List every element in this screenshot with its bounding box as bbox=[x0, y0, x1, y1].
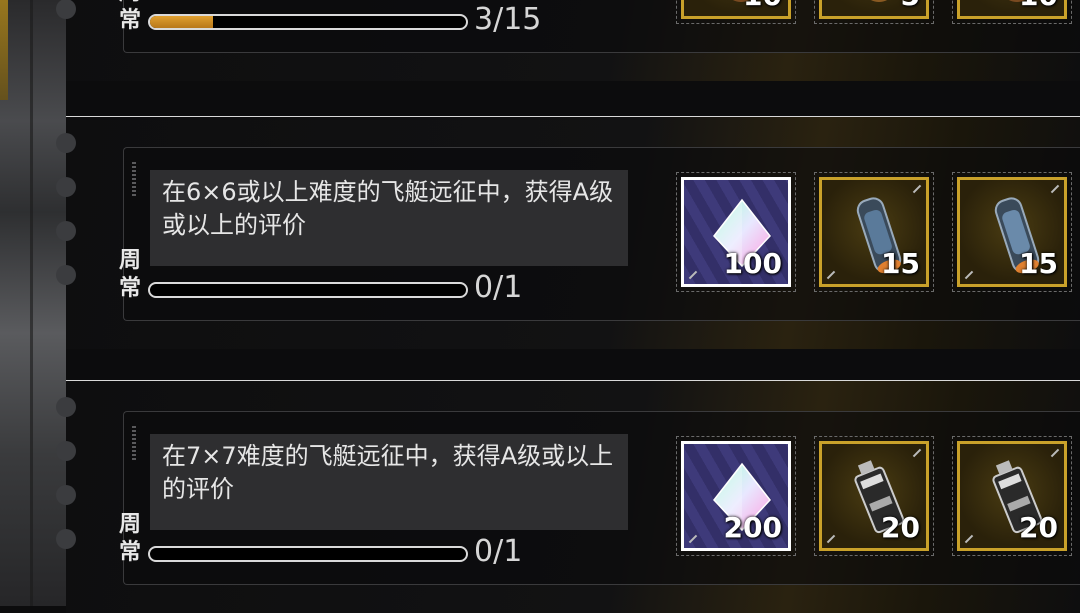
corner-mark-icon bbox=[1050, 184, 1060, 194]
panel-notch bbox=[56, 0, 76, 19]
panel-notch bbox=[56, 441, 76, 461]
reward-frame: 20 bbox=[819, 441, 929, 551]
reward-frame: 20 bbox=[957, 441, 1067, 551]
progress-text: 0/1 bbox=[474, 270, 523, 305]
mission-card[interactable]: 周 常 3/15 10 5 bbox=[119, 0, 1080, 53]
reward-slot[interactable]: 15 bbox=[814, 172, 934, 292]
reward-frame: 10 bbox=[957, 0, 1067, 19]
corner-mark-icon bbox=[826, 534, 836, 544]
panel-notch bbox=[56, 265, 76, 285]
progress-bar bbox=[148, 546, 468, 562]
panel-notch bbox=[56, 177, 76, 197]
reward-quantity: 10 bbox=[743, 0, 782, 12]
panel-notch bbox=[56, 133, 76, 153]
reward-slot[interactable]: 200 bbox=[676, 436, 796, 556]
corner-mark-icon bbox=[964, 270, 974, 280]
mission-card[interactable]: 周 常 在6×6或以上难度的飞艇远征中，获得A级或以上的评价 0/1 100 1… bbox=[119, 147, 1080, 321]
backdrop-accent-bar bbox=[0, 0, 8, 100]
corner-mark-icon bbox=[964, 534, 974, 544]
weekly-tag: 周 常 bbox=[118, 0, 141, 33]
reward-slot[interactable]: 10 bbox=[676, 0, 796, 24]
corner-mark-icon bbox=[1050, 448, 1060, 458]
reward-quantity: 5 bbox=[901, 0, 920, 12]
reward-slot[interactable]: 20 bbox=[814, 436, 934, 556]
mission-card[interactable]: 周 常 在7×7难度的飞艇远征中，获得A级或以上的评价 0/1 200 20 2… bbox=[119, 411, 1080, 585]
mission-panel-1: 周 常 3/15 10 5 bbox=[56, 0, 1080, 81]
corner-mark-icon bbox=[688, 534, 698, 544]
reward-frame: 5 bbox=[819, 0, 929, 19]
reward-quantity: 15 bbox=[881, 247, 920, 280]
reward-frame: 100 bbox=[681, 177, 791, 287]
mission-description: 在6×6或以上难度的飞艇远征中，获得A级或以上的评价 bbox=[150, 170, 628, 266]
weekly-tag: 周 常 bbox=[118, 247, 141, 301]
progress-fill bbox=[150, 16, 214, 28]
progress-text: 3/15 bbox=[474, 2, 542, 37]
reward-slot[interactable]: 100 bbox=[676, 172, 796, 292]
progress-bar bbox=[148, 14, 468, 30]
reward-slot[interactable]: 10 bbox=[952, 0, 1072, 24]
weekly-tag: 周 常 bbox=[118, 511, 141, 565]
reward-quantity: 20 bbox=[1019, 511, 1058, 544]
corner-mark-icon bbox=[688, 270, 698, 280]
drag-grip-icon bbox=[132, 426, 136, 462]
reward-slot[interactable]: 15 bbox=[952, 172, 1072, 292]
reward-slot[interactable]: 20 bbox=[952, 436, 1072, 556]
corner-mark-icon bbox=[912, 448, 922, 458]
drag-grip-icon bbox=[132, 162, 136, 198]
backdrop-divider bbox=[30, 0, 33, 606]
mission-description: 在7×7难度的飞艇远征中，获得A级或以上的评价 bbox=[150, 434, 628, 530]
progress-text: 0/1 bbox=[474, 534, 523, 569]
reward-quantity: 200 bbox=[723, 511, 782, 544]
reward-frame: 200 bbox=[681, 441, 791, 551]
reward-quantity: 10 bbox=[1019, 0, 1058, 12]
reward-quantity: 15 bbox=[1019, 247, 1058, 280]
reward-quantity: 100 bbox=[723, 247, 782, 280]
background-backdrop bbox=[0, 0, 66, 606]
reward-slot[interactable]: 5 bbox=[814, 0, 934, 24]
corner-mark-icon bbox=[826, 270, 836, 280]
panel-notch bbox=[56, 485, 76, 505]
corner-mark-icon bbox=[912, 184, 922, 194]
reward-frame: 10 bbox=[681, 0, 791, 19]
panel-notch bbox=[56, 221, 76, 241]
panel-notch bbox=[56, 397, 76, 417]
panel-notch bbox=[56, 529, 76, 549]
reward-quantity: 20 bbox=[881, 511, 920, 544]
progress-bar bbox=[148, 282, 468, 298]
mission-panel-3: 周 常 在7×7难度的飞艇远征中，获得A级或以上的评价 0/1 200 20 2… bbox=[56, 380, 1080, 613]
reward-frame: 15 bbox=[957, 177, 1067, 287]
reward-frame: 15 bbox=[819, 177, 929, 287]
mission-panel-2: 周 常 在6×6或以上难度的飞艇远征中，获得A级或以上的评价 0/1 100 1… bbox=[56, 116, 1080, 349]
